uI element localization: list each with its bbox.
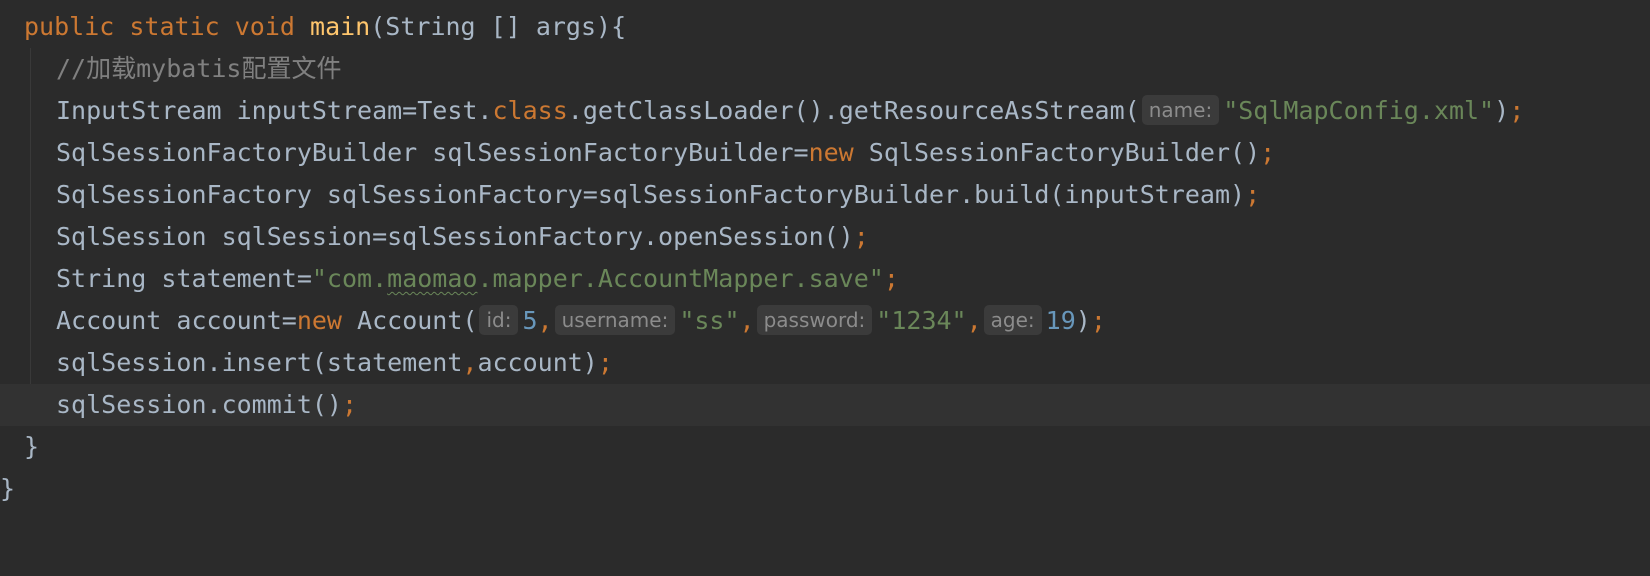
code-text: account) [477, 348, 598, 377]
semicolon: ; [341, 390, 358, 419]
param-hint-name: name: [1141, 95, 1220, 125]
string-literal: "com. [311, 264, 388, 293]
keyword-new: new [808, 138, 854, 167]
keyword-new: new [296, 306, 342, 335]
code-text: Account account= [56, 306, 297, 335]
code-text: .getClassLoader().getResourceAsStream( [567, 96, 1140, 125]
code-line-class-close[interactable]: } [0, 468, 1650, 510]
method-params: (String [] args){ [370, 12, 627, 41]
code-text: InputStream inputStream=Test. [56, 96, 493, 125]
number-literal: 5 [522, 306, 538, 335]
code-text: Account( [341, 306, 478, 335]
param-hint-username: username: [554, 305, 676, 335]
code-text: String statement= [56, 264, 312, 293]
code-line-method-close[interactable]: } [0, 426, 1650, 468]
string-literal: .mapper.AccountMapper.save" [477, 264, 884, 293]
code-text: ) [1494, 96, 1510, 125]
code-text: sqlSession.insert(statement [56, 348, 463, 377]
code-text: sqlSession.commit() [56, 390, 342, 419]
string-literal: "ss" [679, 306, 740, 335]
keyword-class: class [492, 96, 568, 125]
keyword-public: public [24, 12, 115, 41]
param-hint-password: password: [756, 305, 873, 335]
keyword-static: static [129, 12, 220, 41]
semicolon: ; [883, 264, 899, 293]
param-hint-id: id: [479, 305, 519, 335]
semicolon: ; [853, 222, 869, 251]
semicolon: ; [1260, 138, 1276, 167]
code-line-factory[interactable]: SqlSessionFactory sqlSessionFactory=sqlS… [0, 174, 1650, 216]
comma: , [537, 306, 553, 335]
code-text: SqlSessionFactory sqlSessionFactory=sqlS… [56, 180, 1246, 209]
code-editor[interactable]: public static void main(String [] args){… [0, 0, 1650, 576]
closing-brace: } [0, 474, 16, 503]
code-text: SqlSession sqlSession=sqlSessionFactory.… [56, 222, 854, 251]
code-line-account[interactable]: Account account=new Account(id: 5, usernam… [0, 300, 1650, 342]
code-line-factory-builder[interactable]: SqlSessionFactoryBuilder sqlSessionFacto… [0, 132, 1650, 174]
string-literal: "SqlMapConfig.xml" [1223, 96, 1495, 125]
keyword-void: void [234, 12, 295, 41]
closing-brace: } [24, 432, 40, 461]
code-line-insert[interactable]: sqlSession.insert(statement,account); [0, 342, 1650, 384]
comma: , [739, 306, 755, 335]
code-text: ) [1075, 306, 1091, 335]
code-text: SqlSessionFactoryBuilder() [853, 138, 1261, 167]
code-line-comment[interactable]: //加载mybatis配置文件 [0, 48, 1650, 90]
code-line-method-signature[interactable]: public static void main(String [] args){ [0, 6, 1650, 48]
semicolon: ; [597, 348, 613, 377]
comma: , [462, 348, 478, 377]
comma: , [966, 306, 982, 335]
code-line-commit-current[interactable]: sqlSession.commit(); [0, 384, 1650, 426]
code-line-session[interactable]: SqlSession sqlSession=sqlSessionFactory.… [0, 216, 1650, 258]
typo-warning-word[interactable]: maomao [387, 264, 477, 293]
number-literal: 19 [1045, 306, 1076, 335]
code-line-statement[interactable]: String statement="com.maomao.mapper.Acco… [0, 258, 1650, 300]
string-literal: "1234" [876, 306, 967, 335]
code-line-inputstream[interactable]: InputStream inputStream=Test.class.getCl… [0, 90, 1650, 132]
method-name: main [310, 12, 371, 41]
semicolon: ; [1090, 306, 1106, 335]
semicolon: ; [1245, 180, 1261, 209]
semicolon: ; [1509, 96, 1525, 125]
comment-text: //加载mybatis配置文件 [56, 54, 342, 83]
code-text: SqlSessionFactoryBuilder sqlSessionFacto… [56, 138, 809, 167]
param-hint-age: age: [983, 305, 1042, 335]
